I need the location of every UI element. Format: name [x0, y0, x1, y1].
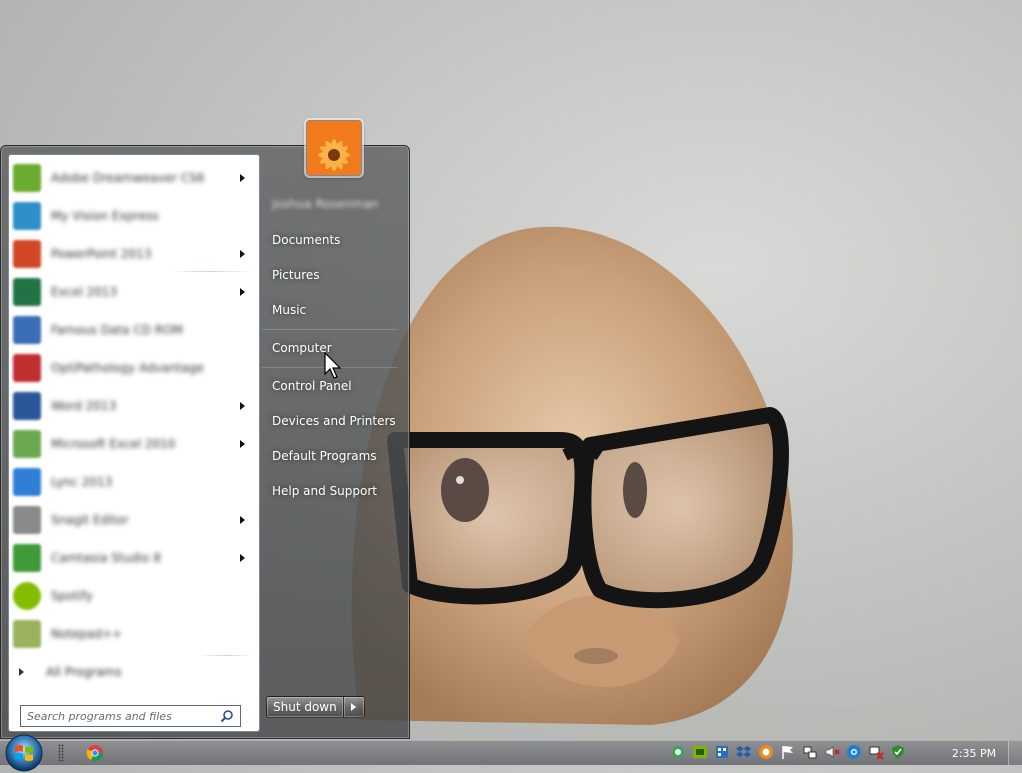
- powerpoint-icon: [13, 240, 41, 268]
- program-item[interactable]: OptiPathology Advantage: [13, 351, 253, 385]
- program-label: Notepad++: [51, 627, 123, 641]
- submenu-arrow-icon: [240, 174, 245, 182]
- app-icon: [13, 354, 41, 382]
- program-item[interactable]: Camtasia Studio 8: [13, 541, 253, 575]
- app-icon: [13, 316, 41, 344]
- submenu-arrow-icon: [240, 440, 245, 448]
- network-error-icon[interactable]: [868, 744, 884, 760]
- dreamweaver-icon: [13, 164, 41, 192]
- volume-muted-icon[interactable]: [824, 744, 840, 760]
- submenu-arrow-icon: [240, 250, 245, 258]
- lync-icon: [13, 468, 41, 496]
- program-label: Excel 2013: [51, 285, 118, 299]
- search-input[interactable]: [21, 709, 217, 723]
- music-link[interactable]: Music: [264, 298, 407, 322]
- expand-arrow-icon: [19, 668, 24, 676]
- program-item[interactable]: Adobe Dreamweaver CS6: [13, 161, 253, 195]
- username-label: Joshua Rosenman: [272, 197, 379, 211]
- program-label: My Vision Express: [51, 209, 159, 223]
- default-programs-link[interactable]: Default Programs: [264, 444, 407, 468]
- program-item[interactable]: Microsoft Excel 2010: [13, 427, 253, 461]
- user-avatar[interactable]: [306, 120, 362, 176]
- search-icon[interactable]: [220, 709, 234, 723]
- chrome-icon[interactable]: [86, 744, 104, 762]
- chevron-right-icon: [351, 703, 357, 711]
- program-item[interactable]: Word 2013: [13, 389, 253, 423]
- program-item[interactable]: Snagit Editor: [13, 503, 253, 537]
- program-label: Microsoft Excel 2010: [51, 437, 176, 451]
- program-label: PowerPoint 2013: [51, 247, 152, 261]
- separator: [199, 655, 253, 656]
- shutdown-group: Shut down: [266, 696, 365, 718]
- submenu-arrow-icon: [240, 554, 245, 562]
- app-icon: [13, 506, 41, 534]
- documents-link[interactable]: Documents: [264, 228, 407, 252]
- separator: [169, 271, 253, 272]
- show-desktop-button[interactable]: [1008, 741, 1022, 765]
- all-programs-label: All Programs: [46, 665, 122, 679]
- all-programs-button[interactable]: All Programs: [15, 662, 253, 682]
- programs-list: Adobe Dreamweaver CS6 My Vision Express …: [8, 154, 260, 732]
- separator: [262, 329, 398, 330]
- program-item[interactable]: PowerPoint 2013: [13, 237, 253, 271]
- submenu-arrow-icon: [240, 288, 245, 296]
- network-app-icon[interactable]: [714, 744, 730, 760]
- help-support-link[interactable]: Help and Support: [264, 479, 407, 503]
- excel-icon: [13, 430, 41, 458]
- taskbar: 2:35 PM: [0, 734, 1022, 772]
- word-icon: [13, 392, 41, 420]
- camtasia-icon: [13, 544, 41, 572]
- blue-app-icon[interactable]: [846, 744, 862, 760]
- submenu-arrow-icon: [240, 516, 245, 524]
- program-item[interactable]: Spotify: [13, 579, 253, 613]
- security-icon[interactable]: [890, 744, 906, 760]
- submenu-arrow-icon: [240, 402, 245, 410]
- spotify-icon: [13, 582, 41, 610]
- windows-start-orb-icon[interactable]: [4, 733, 44, 773]
- network-icon[interactable]: [802, 744, 818, 760]
- username-link[interactable]: Joshua Rosenman: [264, 192, 407, 216]
- flower-picture-icon: [307, 121, 361, 175]
- app-icon: [13, 202, 41, 230]
- program-item[interactable]: Lync 2013: [13, 465, 253, 499]
- excel-icon: [13, 278, 41, 306]
- pictures-link[interactable]: Pictures: [264, 263, 407, 287]
- program-label: Word 2013: [51, 399, 117, 413]
- program-item[interactable]: Excel 2013: [13, 275, 253, 309]
- system-tray: [670, 744, 906, 762]
- mouse-cursor-icon: [324, 352, 342, 379]
- program-label: OptiPathology Advantage: [51, 361, 204, 375]
- taskbar-grip[interactable]: [58, 744, 64, 762]
- nvidia-icon[interactable]: [692, 744, 708, 760]
- program-item[interactable]: My Vision Express: [13, 199, 253, 233]
- program-label: Adobe Dreamweaver CS6: [51, 171, 205, 185]
- notepad-icon: [13, 620, 41, 648]
- program-label: Camtasia Studio 8: [51, 551, 161, 565]
- dropbox-icon[interactable]: [736, 744, 752, 760]
- sync-icon[interactable]: [670, 744, 686, 760]
- action-center-flag-icon[interactable]: [780, 744, 796, 760]
- devices-printers-link[interactable]: Devices and Printers: [264, 409, 407, 433]
- shutdown-button[interactable]: Shut down: [266, 696, 344, 718]
- search-box[interactable]: [20, 705, 241, 727]
- program-label: Lync 2013: [51, 475, 113, 489]
- program-label: Famous Data CD ROM: [51, 323, 183, 337]
- program-label: Spotify: [51, 589, 93, 603]
- clock[interactable]: 2:35 PM: [944, 741, 1004, 765]
- shutdown-options-button[interactable]: [343, 696, 365, 718]
- orange-app-icon[interactable]: [758, 744, 774, 760]
- program-item[interactable]: Notepad++: [13, 617, 253, 651]
- program-label: Snagit Editor: [51, 513, 129, 527]
- program-item[interactable]: Famous Data CD ROM: [13, 313, 253, 347]
